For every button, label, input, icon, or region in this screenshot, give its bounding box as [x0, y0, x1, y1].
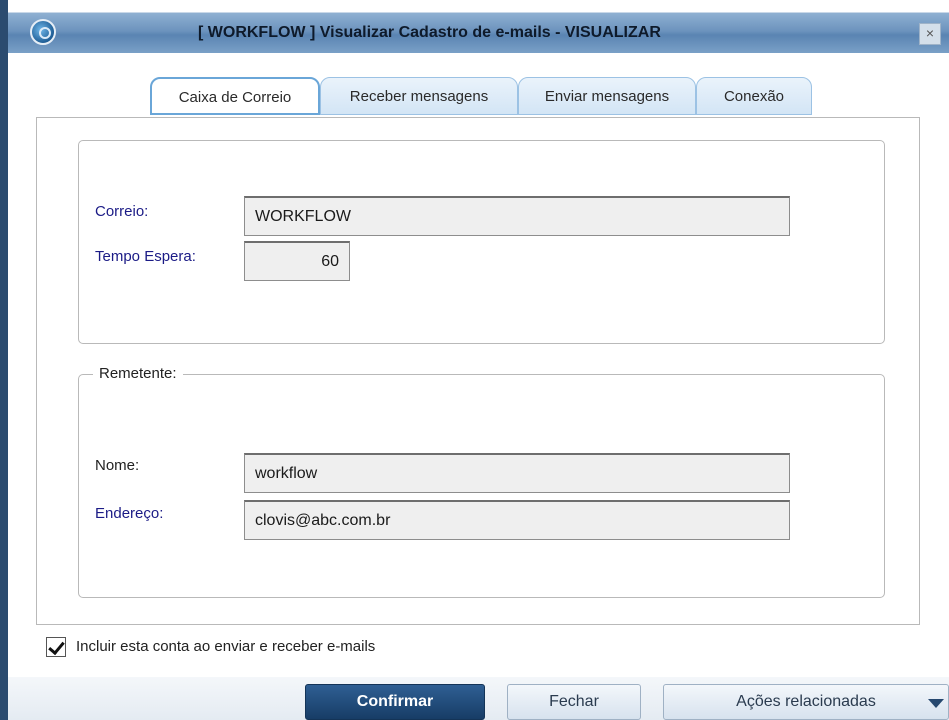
close-icon[interactable]: × [919, 23, 941, 45]
tempo-espera-label: Tempo Espera: [95, 248, 196, 265]
confirm-button[interactable]: Confirmar [305, 684, 485, 720]
window-left-border [0, 0, 8, 720]
correio-label: Correio: [95, 203, 149, 220]
dialog-window: [ WORKFLOW ] Visualizar Cadastro de e-ma… [8, 0, 949, 720]
correio-field[interactable]: WORKFLOW [244, 196, 790, 236]
tab-enviar-mensagens[interactable]: Enviar mensagens [518, 77, 696, 115]
remetente-group-title: Remetente: [93, 365, 183, 382]
chevron-down-icon[interactable] [928, 699, 944, 708]
include-account-label[interactable]: Incluir esta conta ao enviar e receber e… [76, 638, 375, 655]
tab-content-panel: Correio: WORKFLOW Tempo Espera: 60 Remet… [36, 117, 920, 625]
remetente-group: Remetente: Nome: workflow Endereço: clov… [78, 365, 885, 598]
close-button[interactable]: Fechar [507, 684, 641, 720]
app-logo-icon [30, 19, 56, 45]
tab-caixa-de-correio[interactable]: Caixa de Correio [150, 77, 320, 115]
tab-conexao[interactable]: Conexão [696, 77, 812, 115]
endereco-field[interactable]: clovis@abc.com.br [244, 500, 790, 540]
window-title: [ WORKFLOW ] Visualizar Cadastro de e-ma… [198, 24, 661, 41]
related-actions-button[interactable]: Ações relacionadas [663, 684, 949, 720]
related-actions-label: Ações relacionadas [736, 693, 876, 710]
tempo-espera-field[interactable]: 60 [244, 241, 350, 281]
nome-label: Nome: [95, 457, 140, 474]
include-account-checkbox[interactable] [46, 637, 66, 657]
endereco-label: Endereço: [95, 505, 164, 522]
title-bar[interactable]: [ WORKFLOW ] Visualizar Cadastro de e-ma… [8, 12, 949, 53]
tab-receber-mensagens[interactable]: Receber mensagens [320, 77, 518, 115]
nome-field[interactable]: workflow [244, 453, 790, 493]
mailbox-group: Correio: WORKFLOW Tempo Espera: 60 [78, 140, 885, 344]
